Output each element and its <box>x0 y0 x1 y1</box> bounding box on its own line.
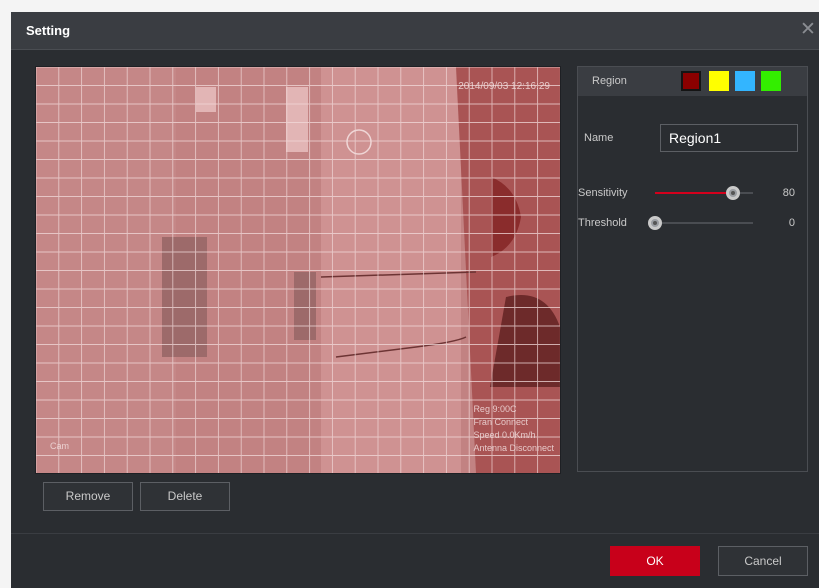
info-line: Antenna Disconnect <box>473 443 554 453</box>
slider-fill <box>655 192 734 194</box>
slider-handle[interactable] <box>726 186 741 200</box>
video-info-overlay: Reg 9:00C Fran Connect Speed 0.0Km/h Ant… <box>473 403 554 455</box>
setting-dialog: Setting ✕ 2014/09/03 12:16:29 Reg 9:00C … <box>11 12 819 588</box>
video-corner-label: Cam <box>50 441 70 451</box>
info-line: Reg 9:00C <box>473 404 517 414</box>
region-label: Region <box>592 75 627 87</box>
threshold-value: 0 <box>788 217 795 229</box>
color-swatch-dark-red[interactable] <box>681 71 701 91</box>
info-line: Speed 0.0Km/h <box>473 430 536 440</box>
close-icon[interactable]: ✕ <box>799 19 817 41</box>
video-preview[interactable]: 2014/09/03 12:16:29 Reg 9:00C Fran Conne… <box>35 66 561 474</box>
remove-button[interactable]: Remove <box>43 482 133 511</box>
dialog-title: Setting <box>26 23 71 38</box>
cancel-button[interactable]: Cancel <box>718 546 808 576</box>
video-timestamp: 2014/09/03 12:16:29 <box>458 81 550 92</box>
name-label: Name <box>584 132 614 144</box>
delete-button[interactable]: Delete <box>140 482 230 511</box>
sensitivity-label: Sensitivity <box>578 187 628 199</box>
slider-track <box>655 222 753 224</box>
region-settings-panel: Region Name Sensitivity 80 Threshold 0 <box>577 66 808 472</box>
sensitivity-value: 80 <box>782 187 795 199</box>
color-swatch-light-blue[interactable] <box>735 71 755 91</box>
threshold-label: Threshold <box>578 217 627 229</box>
color-swatch-yellow[interactable] <box>709 71 729 91</box>
sensitivity-slider[interactable] <box>655 186 753 200</box>
region-name-input[interactable] <box>660 124 798 152</box>
footer-divider <box>11 533 819 534</box>
region-header: Region <box>578 67 807 96</box>
title-bar[interactable]: Setting ✕ <box>11 12 819 50</box>
color-swatch-green[interactable] <box>761 71 781 91</box>
info-line: Fran Connect <box>473 417 528 427</box>
threshold-slider[interactable] <box>648 216 753 230</box>
ok-button[interactable]: OK <box>610 546 700 576</box>
slider-handle[interactable] <box>648 216 662 230</box>
